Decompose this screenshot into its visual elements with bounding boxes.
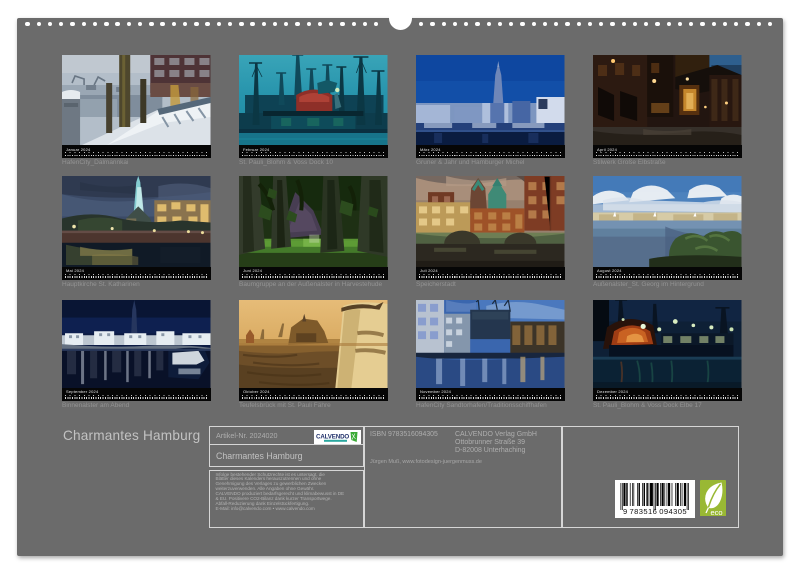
svg-text:eco: eco <box>711 508 723 517</box>
svg-text:CALVENDO: CALVENDO <box>316 434 349 441</box>
